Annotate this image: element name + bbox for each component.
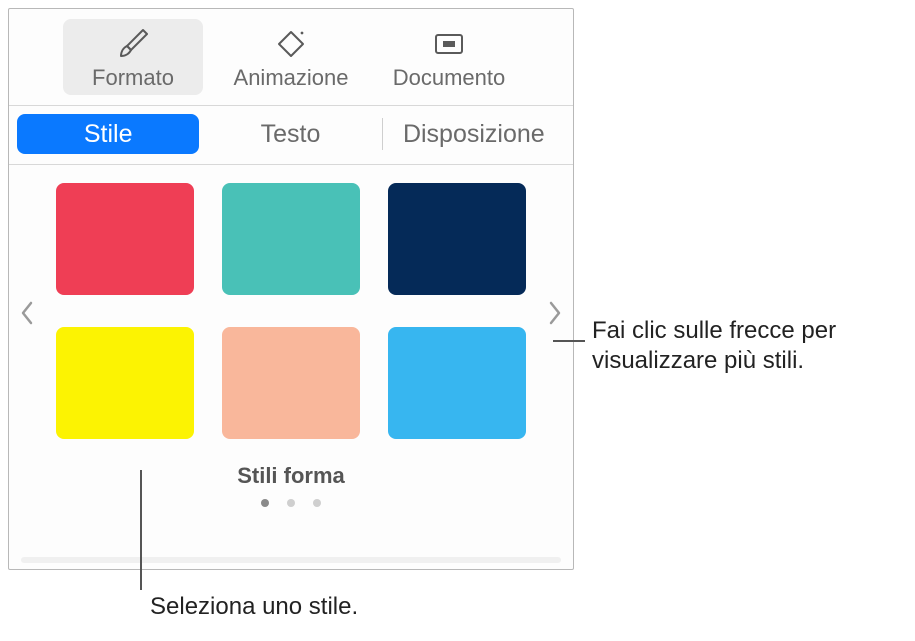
subtab-text-label: Testo	[261, 120, 321, 149]
top-tab-bar: Formato Animazione Documento	[9, 9, 573, 106]
style-swatch-red[interactable]	[56, 183, 194, 295]
subtab-text[interactable]: Testo	[199, 114, 381, 154]
callout-select-style-text: Seleziona uno stile.	[150, 593, 358, 620]
page-dot-3[interactable]	[313, 499, 321, 507]
subtab-style-label: Stile	[84, 120, 133, 149]
styles-next-arrow[interactable]	[547, 300, 563, 332]
styles-prev-arrow[interactable]	[19, 300, 35, 332]
shape-styles-section: Stili forma	[9, 165, 573, 569]
diamond-sparkle-icon	[271, 25, 311, 63]
style-swatch-teal[interactable]	[222, 183, 360, 295]
style-swatch-peach[interactable]	[222, 327, 360, 439]
styles-page-dots	[9, 499, 573, 507]
presentation-icon	[429, 25, 469, 63]
callout-arrows-text: Fai clic sulle frecce per visualizzare p…	[592, 317, 836, 374]
tab-format[interactable]: Formato	[63, 19, 203, 95]
tab-document-label: Documento	[393, 65, 506, 91]
sub-tab-bar: Stile Testo Disposizione	[9, 106, 573, 165]
style-swatch-navy[interactable]	[388, 183, 526, 295]
format-inspector-panel: Formato Animazione Documento Stile	[8, 8, 574, 570]
callout-select-style: Seleziona uno stile.	[150, 592, 358, 622]
page-dot-2[interactable]	[287, 499, 295, 507]
style-swatch-yellow[interactable]	[56, 327, 194, 439]
style-swatch-sky-blue[interactable]	[388, 327, 526, 439]
tab-animation-label: Animazione	[234, 65, 349, 91]
shape-styles-grid	[9, 183, 573, 439]
tab-animation[interactable]: Animazione	[221, 19, 361, 95]
subtab-style[interactable]: Stile	[17, 114, 199, 154]
callout-arrows: Fai clic sulle frecce per visualizzare p…	[592, 316, 902, 376]
callout-line-arrows	[553, 340, 585, 342]
shape-styles-title: Stili forma	[9, 463, 573, 489]
callout-line-select-style	[140, 470, 142, 590]
horizontal-scrollbar[interactable]	[21, 557, 561, 563]
page-dot-1[interactable]	[261, 499, 269, 507]
subtab-arrange-label: Disposizione	[403, 120, 545, 149]
paintbrush-icon	[113, 25, 153, 63]
tab-format-label: Formato	[92, 65, 174, 91]
subtab-arrange[interactable]: Disposizione	[383, 114, 565, 154]
tab-document[interactable]: Documento	[379, 19, 519, 95]
